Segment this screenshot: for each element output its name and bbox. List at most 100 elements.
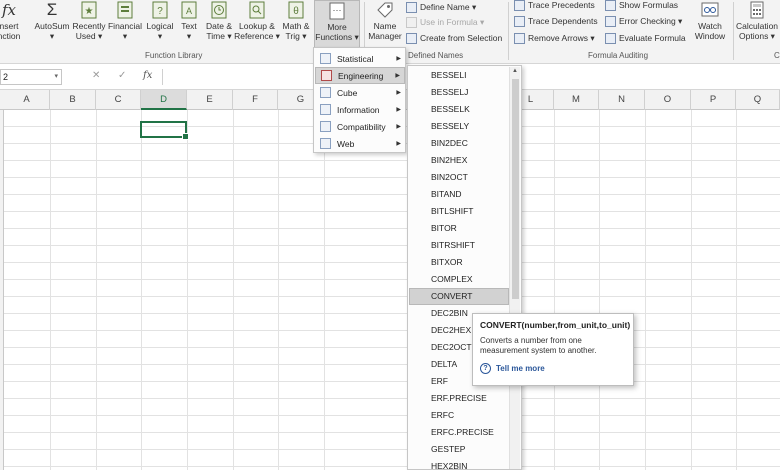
menu-item-cube[interactable]: Cube ▶ — [315, 84, 405, 101]
enter-icon[interactable]: ✓ — [118, 70, 126, 81]
function-item[interactable]: BIN2HEX — [409, 152, 509, 169]
trace-dependents-icon — [514, 15, 525, 27]
trace-precedents-button[interactable]: Trace Precedents — [514, 0, 595, 12]
financial-button[interactable]: Financial ▾ — [107, 0, 143, 50]
function-item[interactable]: BESSELK — [409, 101, 509, 118]
gridline — [691, 110, 692, 470]
function-item[interactable]: BIN2OCT — [409, 169, 509, 186]
function-library-group-label: Function Library — [145, 51, 203, 60]
cube-icon — [320, 87, 331, 98]
gridline — [50, 110, 51, 470]
tell-me-more-link[interactable]: ? Tell me more — [480, 363, 626, 374]
evaluate-formula-icon — [605, 32, 616, 44]
column-header-m[interactable]: M — [554, 90, 599, 110]
svg-text:θ: θ — [293, 6, 299, 17]
function-item[interactable]: BITRSHIFT — [409, 237, 509, 254]
autosum-button[interactable]: Σ AutoSum ▾ — [33, 0, 71, 50]
menu-scrollbar[interactable]: ▲ — [509, 67, 520, 469]
function-item[interactable]: BESSELY — [409, 118, 509, 135]
column-header-f[interactable]: F — [233, 90, 278, 110]
column-header-a[interactable]: A — [4, 90, 50, 110]
function-item[interactable]: BITOR — [409, 220, 509, 237]
error-checking-icon — [605, 15, 616, 27]
question-book-icon: ? — [150, 0, 170, 20]
magnifier-book-icon — [247, 0, 267, 20]
function-item[interactable]: BITXOR — [409, 254, 509, 271]
watch-window-icon — [700, 0, 720, 20]
math-book-icon: θ — [286, 0, 306, 20]
submenu-arrow-icon: ▶ — [396, 56, 401, 62]
help-icon: ? — [480, 363, 491, 374]
name-box[interactable]: 2 ▾ — [0, 69, 62, 85]
web-icon — [320, 138, 331, 149]
menu-item-web[interactable]: Web ▶ — [315, 135, 405, 152]
lookup-reference-button[interactable]: Lookup & Reference ▾ — [234, 0, 280, 50]
trace-dependents-button[interactable]: Trace Dependents — [514, 14, 598, 28]
math-trig-button[interactable]: θ Math & Trig ▾ — [280, 0, 312, 50]
function-item[interactable]: HEX2BIN — [409, 458, 509, 469]
insert-function-icon[interactable]: fx — [143, 70, 152, 81]
gridline — [141, 110, 142, 470]
show-formulas-icon — [605, 0, 616, 11]
calculation-group-label: C — [774, 51, 780, 60]
function-item[interactable]: BITAND — [409, 186, 509, 203]
column-header-o[interactable]: O — [645, 90, 691, 110]
logical-button[interactable]: ? Logical ▾ — [144, 0, 176, 50]
insert-function-button[interactable]: fx nsert nction — [0, 0, 24, 50]
formula-icon — [406, 16, 417, 28]
function-item[interactable]: BIN2DEC — [409, 135, 509, 152]
column-header-d[interactable]: D — [141, 90, 187, 110]
watch-window-button[interactable]: Watch Window — [690, 0, 730, 50]
chevron-down-icon[interactable]: ▾ — [54, 70, 58, 84]
text-button[interactable]: A Text ▾ — [177, 0, 201, 50]
recently-used-button[interactable]: ★ Recently Used ▾ — [72, 0, 106, 50]
function-item[interactable]: ERF.PRECISE — [409, 390, 509, 407]
column-header-n[interactable]: N — [599, 90, 645, 110]
date-time-button[interactable]: Date & Time ▾ — [203, 0, 235, 50]
scroll-up-icon[interactable]: ▲ — [512, 68, 518, 74]
function-item[interactable]: GESTEP — [409, 441, 509, 458]
selected-cell[interactable] — [140, 121, 189, 140]
calculation-options-button[interactable]: Calculation Options ▾ — [735, 0, 779, 50]
create-from-selection-button[interactable]: Create from Selection — [406, 31, 502, 45]
engineering-icon — [321, 70, 332, 81]
menu-item-information[interactable]: Information ▶ — [315, 101, 405, 118]
column-header-q[interactable]: Q — [736, 90, 780, 110]
function-item[interactable]: BESSELJ — [409, 84, 509, 101]
function-item[interactable]: ERFC.PRECISE — [409, 424, 509, 441]
menu-item-statistical[interactable]: Statistical ▶ — [315, 50, 405, 67]
star-icon: ★ — [79, 0, 99, 20]
cancel-icon[interactable]: ✕ — [92, 70, 100, 81]
defined-names-group-label: Defined Names — [408, 51, 464, 60]
remove-arrows-button[interactable]: Remove Arrows ▾ — [514, 31, 595, 45]
column-header-c[interactable]: C — [96, 90, 141, 110]
function-description: Converts a number from one measurement s… — [480, 336, 597, 355]
gridline — [233, 110, 234, 470]
function-item[interactable]: ERFC — [409, 407, 509, 424]
define-name-button[interactable]: Define Name ▾ — [406, 0, 476, 14]
submenu-arrow-icon: ▶ — [395, 73, 400, 79]
column-header-p[interactable]: P — [691, 90, 736, 110]
function-item[interactable]: BESSELI — [409, 67, 509, 84]
more-functions-button[interactable]: ··· More Functions ▾ — [314, 0, 360, 50]
function-item-convert[interactable]: CONVERT — [409, 288, 509, 305]
text-book-icon: A — [179, 0, 199, 20]
error-checking-button[interactable]: Error Checking ▾ — [605, 14, 682, 28]
name-manager-button[interactable]: Name Manager — [366, 0, 404, 50]
svg-text:?: ? — [157, 6, 163, 17]
cell-area[interactable] — [0, 110, 780, 470]
column-header-b[interactable]: B — [50, 90, 96, 110]
function-item[interactable]: COMPLEX — [409, 271, 509, 288]
menu-item-compatibility[interactable]: Compatibility ▶ — [315, 118, 405, 135]
evaluate-formula-button[interactable]: Evaluate Formula — [605, 31, 686, 45]
function-item[interactable]: BITLSHIFT — [409, 203, 509, 220]
compatibility-icon — [320, 121, 331, 132]
formula-auditing-group-label: Formula Auditing — [588, 51, 649, 60]
gridline — [278, 110, 279, 470]
menu-item-engineering[interactable]: Engineering ▶ — [315, 67, 405, 84]
show-formulas-button[interactable]: Show Formulas — [605, 0, 678, 12]
scrollbar-thumb[interactable] — [512, 79, 519, 299]
column-header-e[interactable]: E — [187, 90, 233, 110]
use-in-formula-button[interactable]: Use in Formula ▾ — [406, 15, 484, 29]
row-header-column — [0, 110, 4, 470]
